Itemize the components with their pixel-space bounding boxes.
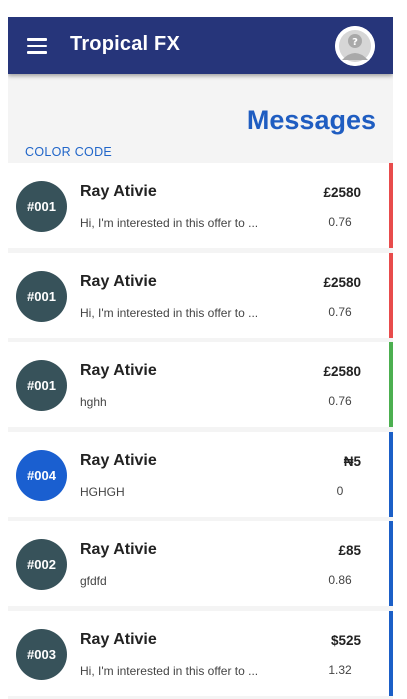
offer-code-badge: #001 (16, 270, 67, 322)
offer-code-badge: #004 (16, 449, 67, 501)
hamburger-menu-icon[interactable] (27, 38, 47, 54)
status-color-stripe (389, 252, 393, 338)
status-color-stripe (389, 431, 393, 517)
exchange-rate: 0.86 (328, 573, 352, 587)
user-avatar-icon[interactable]: ? (335, 26, 375, 66)
sender-name: Ray Ativie (80, 541, 157, 558)
exchange-rate: 0.76 (328, 394, 352, 408)
offer-code-badge: #001 (16, 360, 67, 411)
message-preview: hghh (80, 395, 107, 409)
status-color-stripe (389, 610, 393, 696)
offer-code-badge: #003 (16, 628, 67, 680)
status-color-stripe (389, 521, 393, 606)
exchange-rate: 0.76 (328, 215, 352, 229)
message-preview: gfdfd (80, 574, 107, 588)
page-title: Messages (246, 105, 376, 135)
exchange-rate: 0.76 (328, 304, 352, 319)
message-preview: HGHGH (80, 484, 125, 499)
app-bar: Tropical FX ? (8, 17, 393, 74)
app-title: Tropical FX (70, 33, 181, 55)
sender-name: Ray Ativie (80, 630, 157, 648)
sender-name: Ray Ativie (80, 451, 157, 469)
app-frame: Tropical FX ? Messages COLOR CODE #001 Ra… (8, 17, 393, 699)
sender-name: Ray Ativie (80, 272, 157, 290)
message-list-item[interactable]: #003 Ray Ativie Hi, I'm interested in this… (8, 610, 393, 696)
message-list-item[interactable]: #001 Ray Ativie hghh £2580 0.76 (8, 342, 393, 427)
message-list-item[interactable]: #002 Ray Ativie gfdfd £85 0.86 (8, 521, 393, 606)
color-code-link[interactable]: COLOR CODE (25, 145, 112, 159)
offer-amount: £2580 (323, 364, 361, 379)
message-preview: Hi, I'm interested in this offer to ... (80, 663, 259, 678)
message-list-item[interactable]: #004 Ray Ativie HGHGH ₦5 0 (8, 431, 393, 517)
offer-amount: $525 (330, 632, 361, 648)
status-color-stripe (389, 163, 393, 248)
offer-amount: £2580 (323, 185, 361, 200)
offer-code-badge: #001 (16, 181, 67, 232)
message-preview: Hi, I'm interested in this offer to ... (80, 216, 259, 230)
offer-amount: £2580 (323, 274, 361, 290)
exchange-rate: 1.32 (328, 662, 352, 677)
message-preview: Hi, I'm interested in this offer to ... (80, 305, 259, 320)
status-color-stripe (389, 342, 393, 427)
message-list-item[interactable]: #001 Ray Ativie Hi, I'm interested in this… (8, 163, 393, 248)
offer-amount: £85 (338, 543, 361, 558)
sender-name: Ray Ativie (80, 362, 157, 379)
message-list-item[interactable]: #001 Ray Ativie Hi, I'm interested in this… (8, 252, 393, 338)
offer-code-badge: #002 (16, 539, 67, 590)
exchange-rate: 0 (336, 483, 344, 498)
sender-name: Ray Ativie (80, 183, 157, 200)
svg-text:?: ? (352, 37, 358, 48)
offer-amount: ₦5 (343, 453, 361, 469)
